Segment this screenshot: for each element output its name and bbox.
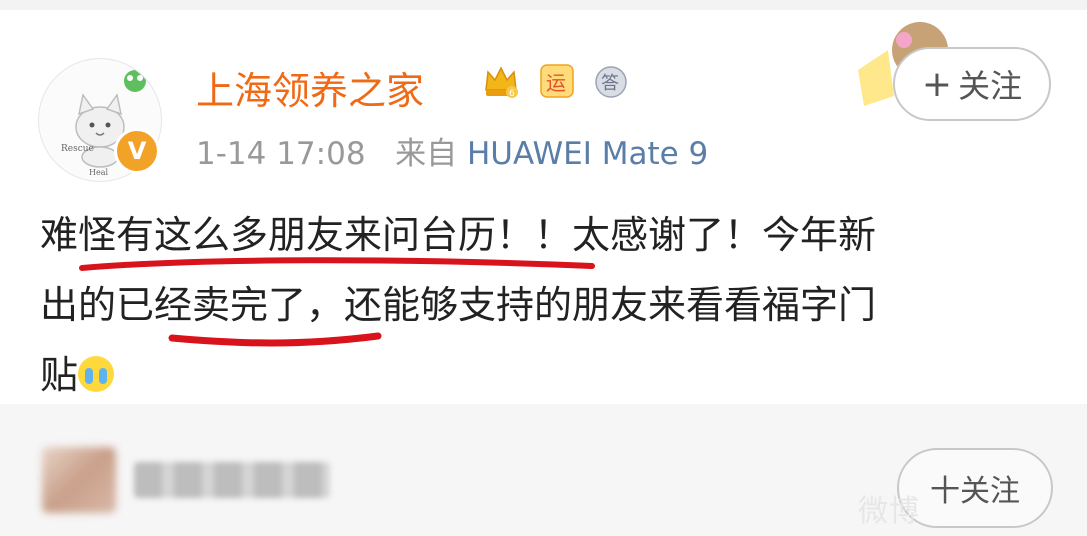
device-link[interactable]: HUAWEI Mate 9	[467, 136, 708, 172]
post-line: 难怪有这么多朋友来问台历！！太感谢了！今年新	[40, 213, 877, 257]
post-line-text: 贴	[40, 353, 79, 397]
weibo-watermark: 微博	[858, 494, 920, 529]
post-text: 难怪有这么多朋友来问台历！！太感谢了！今年新 出的已经卖完了，还能够支持的朋友来…	[40, 200, 1050, 410]
post-line: 出的已经卖完了，还能够支持的朋友来看看福字门	[40, 283, 877, 327]
post-meta: 1-14 17:08 来自 HUAWEI Mate 9	[196, 128, 708, 173]
svg-text:Rescue: Rescue	[61, 144, 94, 154]
source-prefix: 来自	[395, 136, 458, 172]
post-line-last: 贴	[40, 340, 1050, 410]
verified-badge-icon: V	[114, 128, 160, 174]
post-timestamp: 1-14 17:08	[196, 136, 366, 172]
svg-text:运: 运	[546, 71, 566, 95]
follow-button[interactable]: + 关注	[893, 47, 1051, 121]
username[interactable]: 上海领养之家	[196, 60, 424, 115]
follow-label-secondary: 十关注	[930, 474, 1020, 509]
svg-text:6: 6	[509, 89, 515, 99]
crying-face-icon	[78, 356, 115, 392]
crown-badge-icon: 6	[485, 66, 518, 99]
answer-badge-icon: 答	[595, 66, 627, 98]
follow-label: 关注	[958, 67, 1023, 105]
svg-text:Heal: Heal	[89, 168, 108, 177]
blurred-username	[134, 462, 330, 498]
svg-text:答: 答	[601, 73, 619, 94]
yun-badge-icon: 运	[540, 64, 574, 98]
plus-icon: +	[921, 63, 953, 105]
blurred-avatar	[42, 447, 116, 513]
follow-button-secondary[interactable]: 十关注	[897, 448, 1053, 528]
